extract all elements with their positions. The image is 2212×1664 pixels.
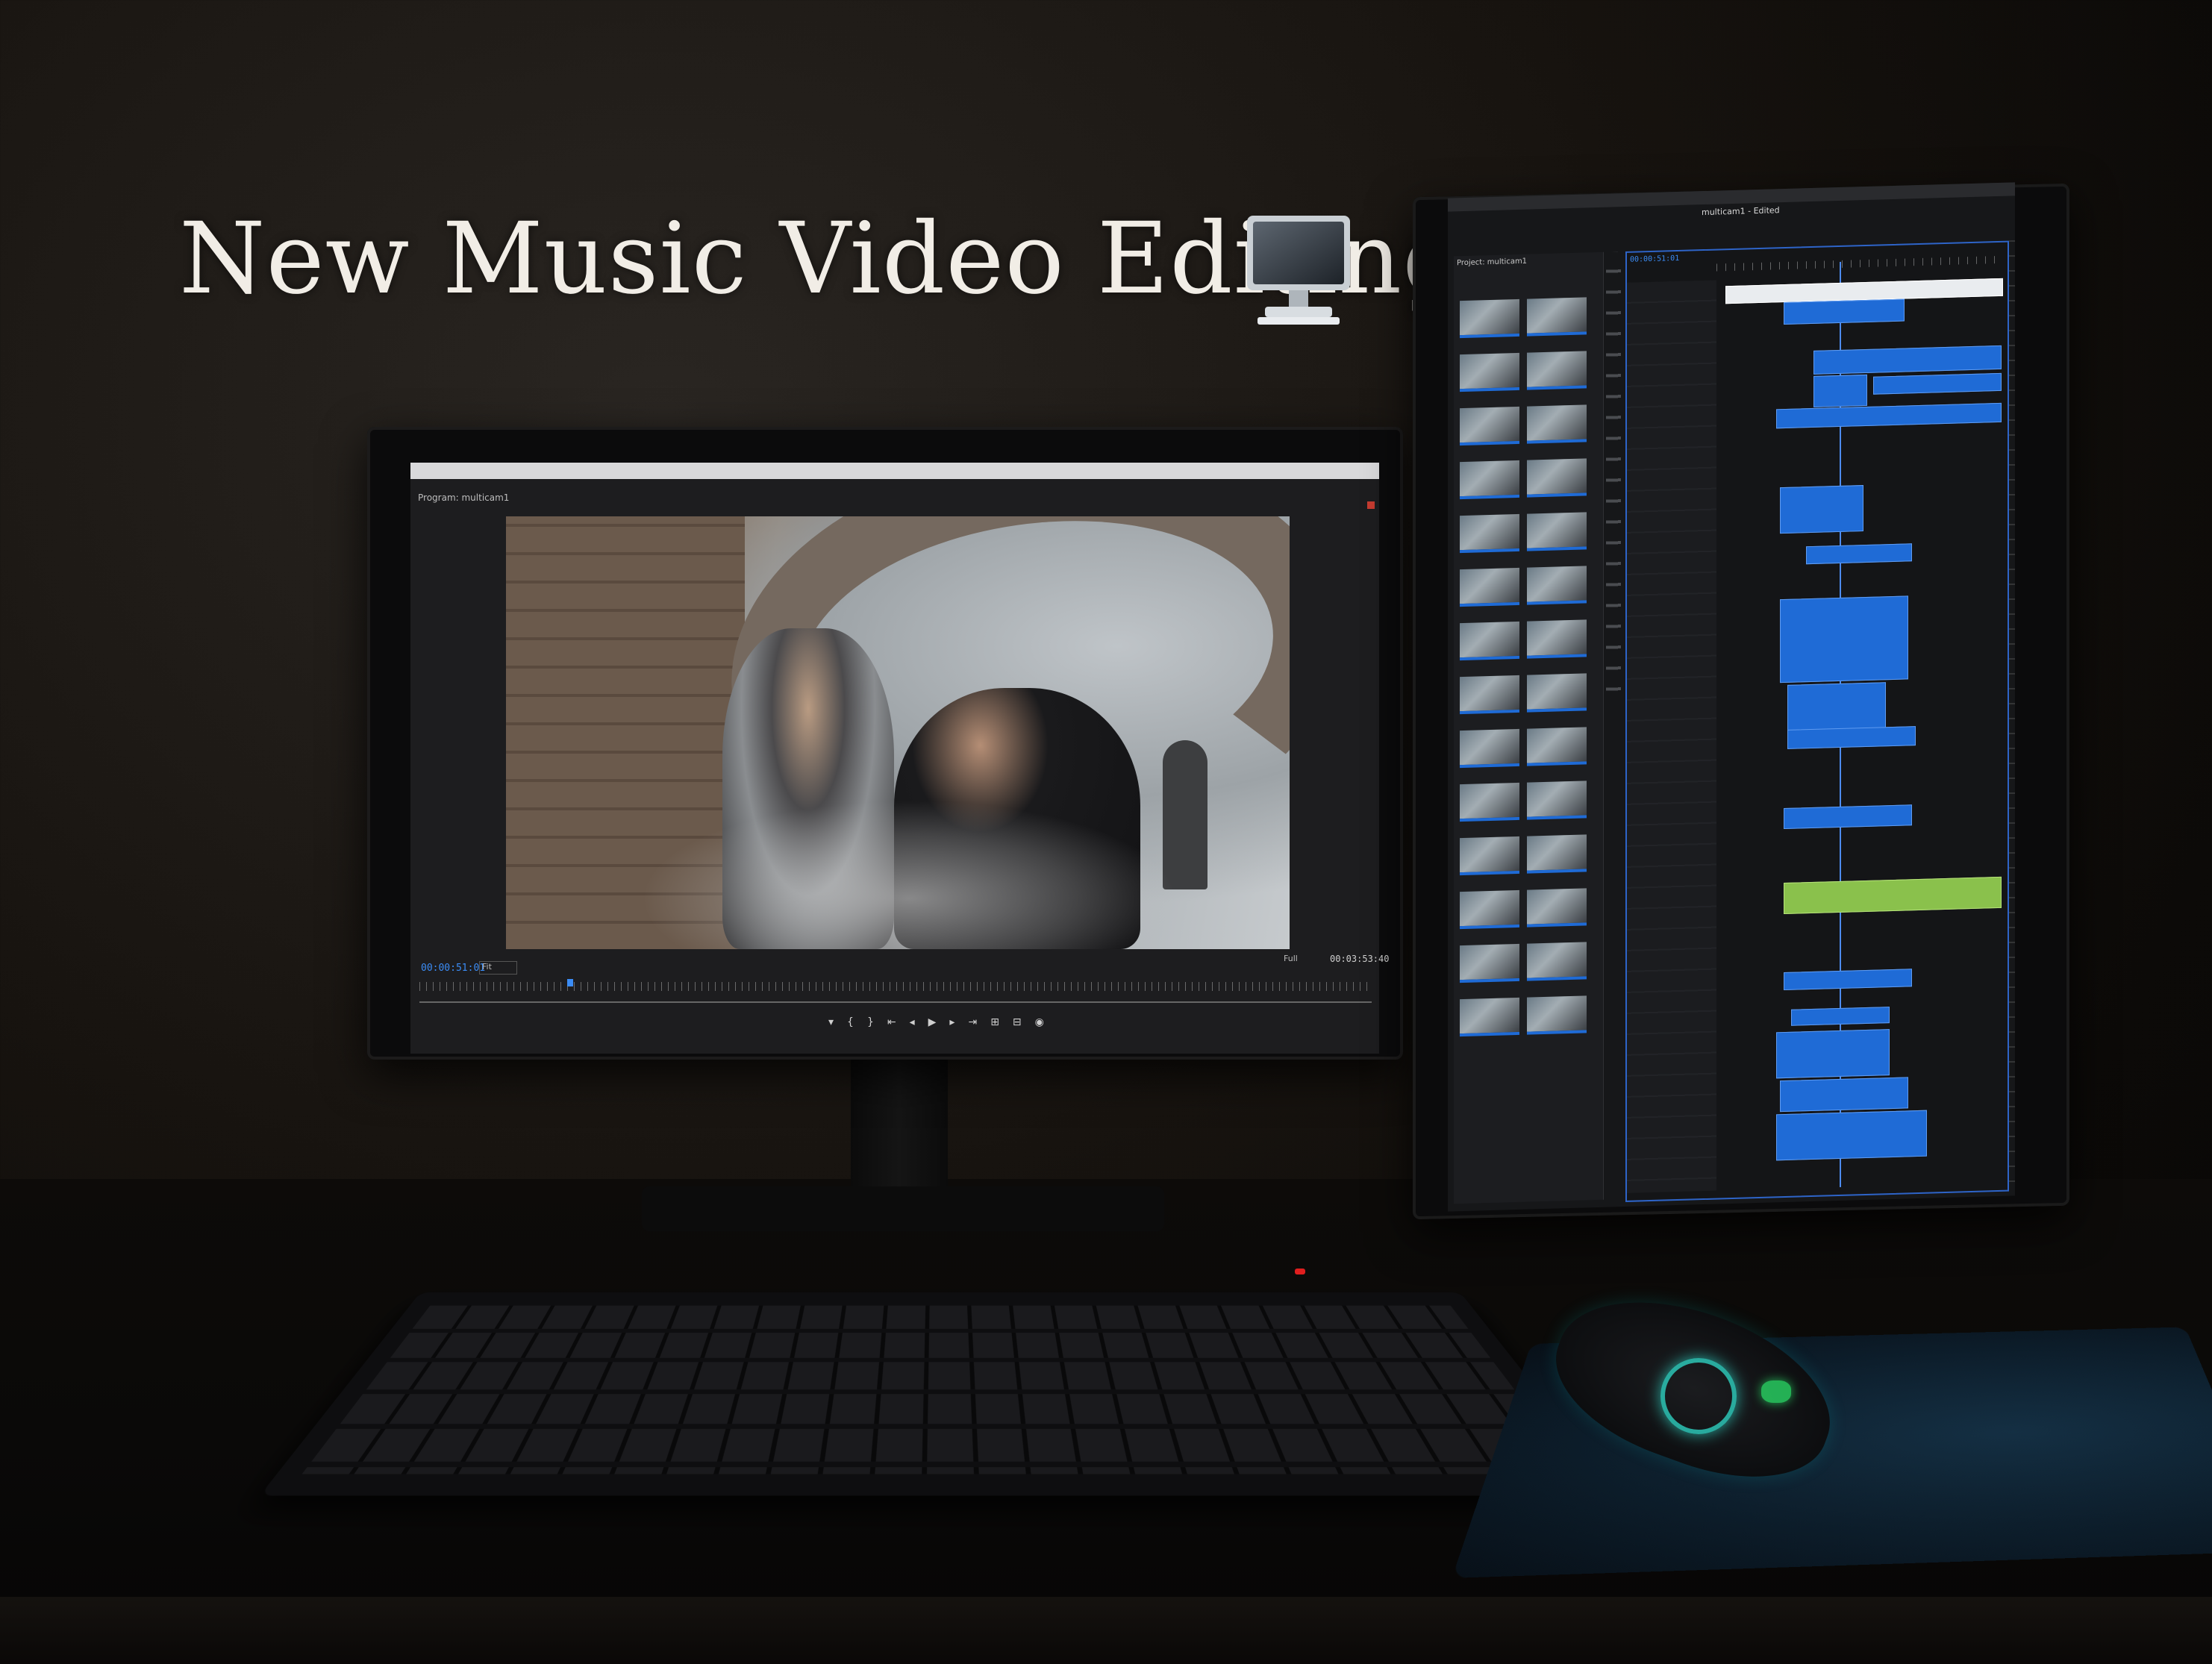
timeline-clip[interactable] [1787,726,1916,749]
media-thumbnail[interactable] [1527,297,1587,336]
audio-clip[interactable] [1776,1110,1927,1161]
desk-edge [0,1597,2212,1664]
media-thumbnail[interactable] [1527,942,1587,980]
timeline-timecode[interactable]: 00:00:51:01 [1630,254,1679,264]
media-thumbnail[interactable] [1460,568,1519,607]
mouse-logo-icon [1761,1380,1791,1403]
program-monitor-panel: Program: multicam1 00:00:51:01 Fit Full … [410,463,1379,1054]
media-thumbnail[interactable] [1460,622,1519,660]
media-thumbnail[interactable] [1527,727,1587,766]
add-marker-icon[interactable]: ▾ [828,1016,834,1028]
keyboard [260,1292,1621,1495]
timeline-clip[interactable] [1806,543,1912,564]
timeline-clip[interactable] [1776,403,2002,428]
export-frame-icon[interactable]: ◉ [1035,1016,1044,1028]
media-thumbnail[interactable] [1460,514,1519,553]
media-thumbnail[interactable] [1527,995,1587,1034]
premiere-workspace: Adobe Premiere Pro 2023 multicam1 - Edit… [1448,182,2015,1211]
play-icon[interactable]: ▶ [928,1016,937,1028]
overwrite-icon[interactable]: ⊟ [1013,1016,1022,1028]
sequence-title: multicam1 - Edited [1702,205,1780,217]
media-thumbnail[interactable] [1460,836,1519,875]
timeline-clip[interactable] [1813,375,1867,407]
audio-clip[interactable] [1791,1007,1890,1026]
media-thumbnail[interactable] [1527,458,1587,497]
audio-clip[interactable] [1776,1029,1890,1078]
project-panel: Project: multicam1 [1454,252,1604,1204]
media-thumbnail-grid [1460,297,1594,1036]
zoom-fit-select[interactable]: Fit [479,961,517,975]
go-to-out-icon[interactable]: ⇥ [968,1016,977,1028]
media-thumbnail[interactable] [1527,566,1587,604]
audio-clip[interactable] [1784,969,1912,990]
timeline-clip[interactable] [1780,595,1908,683]
media-thumbnail[interactable] [1460,998,1519,1036]
mouse-light-ring [1660,1358,1737,1434]
media-thumbnail[interactable] [1460,944,1519,983]
media-thumbnail[interactable] [1460,407,1519,445]
media-thumbnail[interactable] [1527,781,1587,819]
media-thumbnail[interactable] [1527,834,1587,873]
audio-clip[interactable] [1784,877,2002,914]
timeline-panel: 00:00:51:01 [1625,241,2009,1202]
audio-clip[interactable] [1780,1077,1908,1112]
media-thumbnail[interactable] [1527,512,1587,551]
mark-out-icon[interactable]: } [867,1016,874,1028]
mark-in-icon[interactable]: { [847,1016,854,1028]
resolution-select[interactable]: Full [1284,954,1298,963]
media-thumbnail[interactable] [1527,351,1587,390]
media-thumbnail[interactable] [1460,353,1519,392]
go-to-in-icon[interactable]: ⇤ [887,1016,896,1028]
media-thumbnail[interactable] [1527,888,1587,927]
panel-close-indicator [1367,501,1375,509]
timeline-clip[interactable] [1787,682,1886,731]
project-panel-tab[interactable]: Project: multicam1 [1457,257,1527,268]
track-headers[interactable] [1627,281,1716,1193]
monitor-stand-base [642,1186,1164,1231]
playhead-timecode[interactable]: 00:00:51:01 [421,963,485,974]
time-ruler[interactable] [419,982,1372,991]
media-thumbnail[interactable] [1460,890,1519,929]
media-thumbnail[interactable] [1527,404,1587,443]
audio-meters [2009,240,2015,1188]
step-back-icon[interactable]: ◂ [910,1016,915,1028]
timeline-clip[interactable] [1784,804,1912,829]
program-monitor-tab[interactable]: Program: multicam1 [418,492,509,503]
media-thumbnail[interactable] [1460,460,1519,499]
timeline-clip[interactable] [1873,373,2002,395]
desktop-computer-icon [1243,211,1355,331]
media-thumbnail[interactable] [1460,299,1519,338]
scrub-bar[interactable] [419,1001,1372,1003]
timeline-ruler[interactable] [1716,256,2000,272]
step-forward-icon[interactable]: ▸ [949,1016,955,1028]
photo-scene: New Music Video Editing Program: multica… [0,0,2212,1660]
media-thumbnail[interactable] [1460,783,1519,822]
media-thumbnail[interactable] [1527,619,1587,658]
media-thumbnail[interactable] [1527,673,1587,712]
keyboard-led [1295,1269,1305,1274]
timeline-clip[interactable] [1784,299,1905,325]
insert-icon[interactable]: ⊞ [990,1016,999,1028]
playhead-marker[interactable] [567,979,573,986]
media-thumbnail[interactable] [1460,675,1519,714]
smoke-effect [640,800,1178,949]
media-thumbnail[interactable] [1460,729,1519,768]
sequence-duration: 00:03:53:40 [1330,954,1389,964]
timeline-clip[interactable] [1780,485,1863,534]
transport-controls: ▾ { } ⇤ ◂ ▶ ▸ ⇥ ⊞ ⊟ ◉ [828,1016,1044,1028]
video-preview-frame [506,516,1290,949]
app-window-title: Adobe Premiere Pro 2023 [1455,197,1560,210]
tools-panel[interactable] [1606,251,1621,700]
timeline-clip[interactable] [1813,345,2002,375]
keyboard-keys [302,1306,1579,1474]
